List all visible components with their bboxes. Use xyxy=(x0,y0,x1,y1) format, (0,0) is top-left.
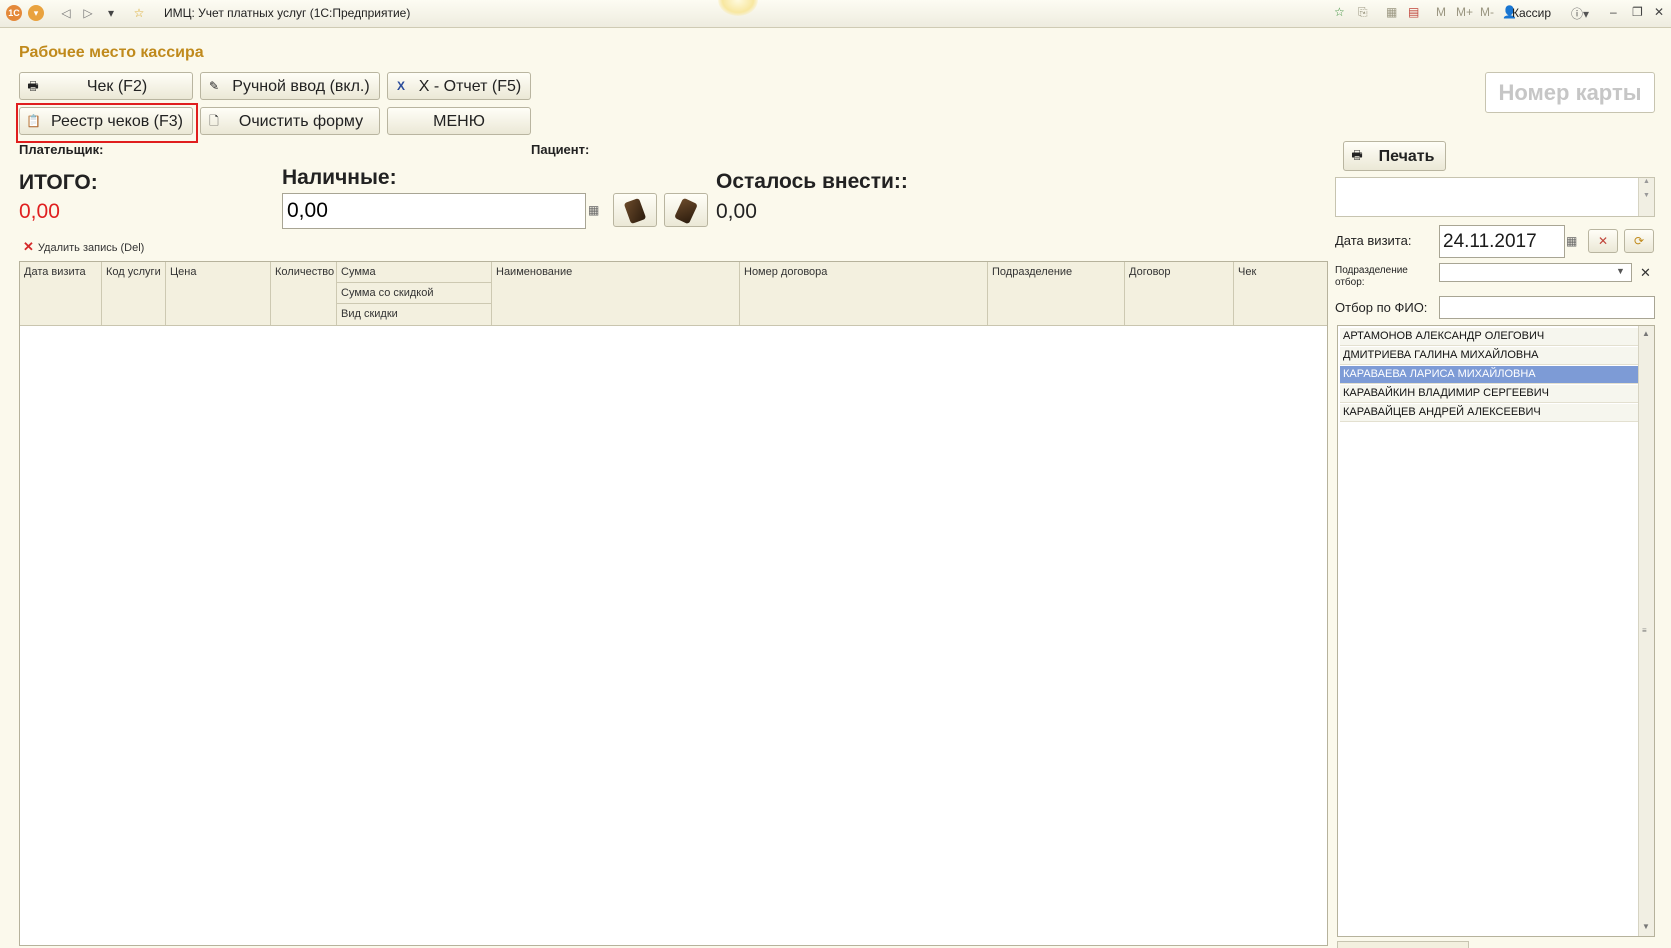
user-edit-icon: ✎ xyxy=(208,79,220,93)
card-terminal-button[interactable] xyxy=(613,193,657,227)
card-number-field[interactable]: Номер карты xyxy=(1485,72,1655,113)
back-icon[interactable]: ◁ xyxy=(58,5,74,21)
col-service-code[interactable]: Код услуги xyxy=(102,262,166,325)
restore-icon[interactable]: ❐ xyxy=(1632,5,1643,19)
patient-item[interactable]: КАРАВАЙКИН ВЛАДИМИР СЕРГЕЕВИЧ xyxy=(1340,385,1640,403)
menu-button[interactable]: МЕНЮ xyxy=(387,107,531,135)
comment-field[interactable]: ▲ ▼ xyxy=(1335,177,1655,217)
calculator-icon[interactable]: ▦ xyxy=(588,203,599,217)
subdivision-filter-label-1: Подразделение xyxy=(1335,265,1408,276)
fio-filter-label: Отбор по ФИО: xyxy=(1335,300,1428,315)
cash-label: Наличные: xyxy=(282,166,397,189)
chevron-down-icon[interactable]: ▼ xyxy=(1616,266,1625,276)
card-reader-button[interactable] xyxy=(664,193,708,227)
close-icon[interactable]: ✕ xyxy=(1654,5,1664,19)
clear-form-button[interactable]: 🗋 Очистить форму xyxy=(200,107,380,135)
services-table[interactable]: Дата визита Код услуги Цена Количество С… xyxy=(19,261,1328,946)
check-button[interactable]: 🖶 Чек (F2) xyxy=(19,72,193,100)
card-terminal-icon xyxy=(623,197,647,225)
col-name[interactable]: Наименование xyxy=(492,262,740,325)
indicator-glow xyxy=(718,0,758,16)
window-titlebar: 1С ▾ ◁ ▷ ▾ ☆ ИМЦ: Учет платных услуг (1С… xyxy=(0,0,1671,28)
scroll-up-icon[interactable]: ▲ xyxy=(1642,329,1650,338)
card-reader-icon xyxy=(674,197,698,225)
comment-scrollbar[interactable]: ▲ ▼ xyxy=(1638,178,1654,216)
printer-icon: 🖶 xyxy=(1351,148,1363,162)
print-button[interactable]: 🖶 Печать xyxy=(1343,141,1446,171)
highlight-frame xyxy=(16,103,198,143)
table-header: Дата визита Код услуги Цена Количество С… xyxy=(20,262,1327,326)
patient-item[interactable]: ДМИТРИЕВА ГАЛИНА МИХАЙЛОВНА xyxy=(1340,347,1640,365)
col-subdivision[interactable]: Подразделение xyxy=(988,262,1125,325)
app-logo-icon[interactable]: 1С xyxy=(6,5,22,21)
patient-list[interactable]: АРТАМОНОВ АЛЕКСАНДР ОЛЕГОВИЧ ДМИТРИЕВА Г… xyxy=(1337,325,1655,937)
col-visit-date[interactable]: Дата визита xyxy=(20,262,102,325)
add-favorite-icon[interactable]: ☆ xyxy=(1334,5,1345,19)
scroll-down-icon[interactable]: ▼ xyxy=(1642,922,1650,931)
favorites-star-icon[interactable]: ☆ xyxy=(131,5,147,21)
history-dropdown-icon[interactable]: ▾ xyxy=(103,5,119,21)
visit-date-input[interactable]: 24.11.2017 xyxy=(1439,225,1565,258)
col-contract[interactable]: Договор xyxy=(1125,262,1234,325)
bookmark-icon[interactable]: ⎘ xyxy=(1358,5,1368,20)
subdivision-filter-label-2: отбор: xyxy=(1335,277,1365,288)
col-check[interactable]: Чек xyxy=(1234,262,1327,325)
visit-date-label: Дата визита: xyxy=(1335,233,1412,248)
patient-item[interactable]: КАРАВАЙЦЕВ АНДРЕЙ АЛЕКСЕЕВИЧ xyxy=(1340,404,1640,422)
patient-item[interactable]: АРТАМОНОВ АЛЕКСАНДР ОЛЕГОВИЧ xyxy=(1340,328,1640,346)
user-name[interactable]: Кассир xyxy=(1512,6,1551,20)
total-value: 0,00 xyxy=(19,200,60,223)
remaining-value: 0,00 xyxy=(716,200,757,223)
col-sum[interactable]: Сумма xyxy=(337,262,492,283)
fio-filter-input[interactable] xyxy=(1439,296,1655,319)
printer-icon: 🖶 xyxy=(27,79,39,93)
minimize-icon[interactable]: – xyxy=(1610,5,1617,19)
remaining-label: Осталось внести:: xyxy=(716,170,908,193)
calculator-icon[interactable]: ▦ xyxy=(1386,5,1397,19)
patient-item-selected[interactable]: КАРАВАЕВА ЛАРИСА МИХАЙЛОВНА xyxy=(1340,366,1640,384)
patient-label: Пациент: xyxy=(531,142,590,157)
clear-search-button[interactable]: ✕ xyxy=(1588,229,1618,253)
manual-input-button[interactable]: ✎ Ручной ввод (вкл.) xyxy=(200,72,380,100)
delete-icon: ✕ xyxy=(23,239,34,254)
delete-record-button[interactable]: ✕ Удалить запись (Del) xyxy=(23,239,144,255)
document-icon: 🗋 xyxy=(209,114,219,128)
scroll-thumb-icon[interactable]: ≡ xyxy=(1642,626,1647,635)
total-label: ИТОГО: xyxy=(19,171,98,194)
calendar-picker-icon[interactable]: ▦ xyxy=(1566,234,1577,248)
clear-icon[interactable]: ✕ xyxy=(1640,265,1651,281)
col-quantity[interactable]: Количество xyxy=(271,262,337,325)
x-report-icon: X xyxy=(396,79,405,93)
subdivision-filter-input[interactable] xyxy=(1439,263,1632,282)
cash-input[interactable] xyxy=(282,193,586,229)
info-icon[interactable]: ⓘ▾ xyxy=(1571,5,1589,22)
main-menu-icon[interactable]: ▾ xyxy=(28,5,44,21)
memory-m-icon[interactable]: M xyxy=(1436,5,1446,19)
page-title: Рабочее место кассира xyxy=(19,44,204,61)
patient-list-scrollbar[interactable]: ▲ ≡ ▼ xyxy=(1638,326,1654,936)
memory-minus-icon[interactable]: M- xyxy=(1480,5,1494,19)
payer-label: Плательщик: xyxy=(19,142,104,157)
col-discount-type[interactable]: Вид скидки xyxy=(337,304,492,325)
col-sum-discount[interactable]: Сумма со скидкой xyxy=(337,283,492,304)
calendar-icon[interactable]: ▤ xyxy=(1408,5,1419,19)
forward-icon[interactable]: ▷ xyxy=(80,5,96,21)
window-title: ИМЦ: Учет платных услуг (1С:Предприятие) xyxy=(164,6,411,20)
col-price[interactable]: Цена xyxy=(166,262,271,325)
x-report-button[interactable]: X X - Отчет (F5) xyxy=(387,72,531,100)
memory-plus-icon[interactable]: M+ xyxy=(1456,5,1473,19)
refresh-button[interactable]: ⟳ xyxy=(1624,229,1654,253)
col-contract-number[interactable]: Номер договора xyxy=(740,262,988,325)
